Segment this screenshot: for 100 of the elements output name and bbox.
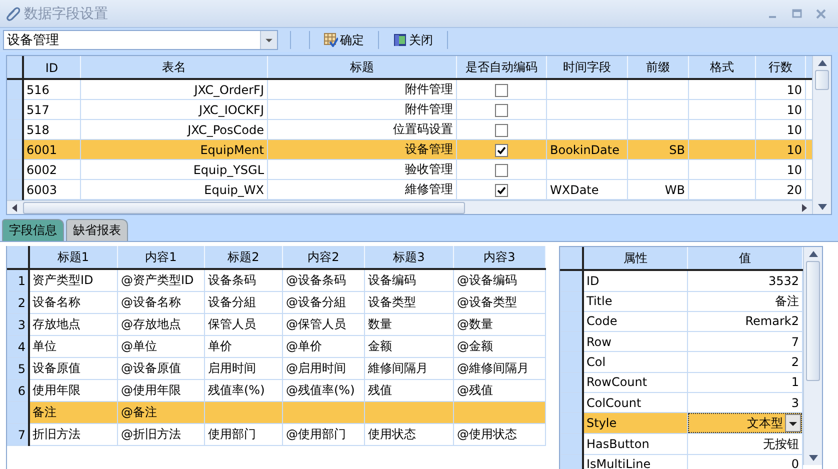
table-cell: @金额 — [454, 336, 546, 358]
table-cell: @设备编码 — [454, 269, 546, 292]
column-header[interactable]: 是否自动编码 — [456, 56, 546, 79]
row-header[interactable] — [560, 332, 582, 352]
scroll-thumb[interactable] — [23, 202, 465, 214]
row-number[interactable]: 5 — [8, 358, 28, 380]
close-button[interactable]: 关闭 — [391, 30, 435, 50]
column-header[interactable]: 格式 — [688, 56, 756, 79]
row-header[interactable] — [560, 270, 582, 292]
table-select[interactable]: 设备管理 — [3, 30, 278, 50]
checkbox[interactable] — [495, 144, 508, 157]
row-number[interactable]: 2 — [8, 292, 28, 314]
table-cell: @设备分組 — [282, 292, 364, 314]
row-header[interactable] — [8, 160, 22, 180]
table-cell — [628, 79, 688, 100]
table-cell: 单价 — [204, 336, 282, 358]
horizontal-scrollbar[interactable] — [7, 200, 812, 214]
row-number[interactable]: 7 — [8, 424, 28, 446]
scroll-thumb[interactable] — [815, 70, 829, 90]
table-cell: 数量 — [364, 314, 454, 336]
table-cell: 10 — [756, 160, 806, 180]
row-header[interactable] — [560, 434, 582, 454]
column-header[interactable]: 时间字段 — [546, 56, 628, 79]
column-header[interactable]: 标题3 — [364, 246, 454, 269]
tab[interactable]: 字段信息 — [2, 219, 64, 241]
row-header[interactable] — [8, 140, 22, 160]
row-header[interactable] — [8, 120, 22, 140]
scroll-thumb[interactable] — [806, 261, 820, 381]
table-cell: 使用状态 — [364, 424, 454, 446]
table-cell: 517 — [22, 100, 80, 120]
scroll-down-icon[interactable] — [818, 204, 826, 210]
table-cell: 设备分組 — [204, 292, 282, 314]
table-cell: @备注 — [118, 402, 204, 424]
row-header[interactable] — [560, 311, 582, 332]
table-cell: 維修间隔月 — [364, 358, 454, 380]
window-title: 数据字段设置 — [24, 4, 108, 22]
table-cell: 附件管理 — [268, 79, 456, 100]
confirm-button[interactable]: 确定 — [322, 30, 366, 50]
table-cell — [688, 160, 756, 180]
property-value: 备注 — [688, 291, 802, 312]
property-name: Style — [582, 412, 688, 434]
checkbox[interactable] — [495, 84, 508, 97]
row-header[interactable] — [560, 372, 582, 392]
column-header[interactable]: 标题 — [268, 56, 456, 79]
property-name: Code — [582, 311, 688, 332]
row-header[interactable] — [560, 454, 582, 469]
table-cell — [628, 100, 688, 120]
table-cell: 单位 — [28, 336, 118, 358]
table-cell — [688, 79, 756, 100]
column-header[interactable]: 值 — [688, 248, 802, 270]
column-header[interactable]: 标题2 — [204, 246, 282, 269]
table-cell: @设备名称 — [118, 292, 204, 314]
row-header[interactable] — [8, 79, 22, 100]
row-header — [8, 56, 22, 79]
property-name: Col — [582, 352, 688, 372]
column-header[interactable]: 内容2 — [282, 246, 364, 269]
checkbox[interactable] — [495, 124, 508, 137]
table-cell: 存放地点 — [28, 314, 118, 336]
scroll-up-icon[interactable] — [808, 251, 818, 257]
column-header[interactable]: 行数 — [756, 56, 806, 79]
row-header[interactable] — [560, 352, 582, 372]
dropdown-icon — [260, 31, 277, 49]
property-name: RowCount — [582, 372, 688, 392]
row-number[interactable]: 3 — [8, 314, 28, 336]
column-header[interactable]: 前缀 — [628, 56, 688, 79]
table-cell: @资产类型ID — [118, 269, 204, 292]
row-number[interactable] — [8, 402, 28, 424]
vertical-scrollbar[interactable] — [803, 247, 822, 465]
grid-check-icon — [324, 33, 338, 47]
column-header[interactable]: 表名 — [80, 56, 268, 79]
door-icon — [393, 33, 407, 47]
table-cell: 备注 — [28, 402, 118, 424]
row-number[interactable]: 6 — [8, 380, 28, 402]
column-header[interactable]: 内容3 — [454, 246, 546, 269]
row-header[interactable] — [560, 392, 582, 413]
scroll-down-icon[interactable] — [808, 455, 818, 461]
scroll-up-icon[interactable] — [818, 60, 826, 66]
style-select[interactable]: 文本型 — [688, 414, 802, 433]
column-header[interactable]: 属性 — [582, 248, 688, 270]
table-cell: Equip_YSGL — [80, 160, 268, 180]
row-number[interactable]: 1 — [8, 269, 28, 292]
checkbox[interactable] — [495, 184, 508, 197]
table-cell: JXC_IOCKFJ — [80, 100, 268, 120]
checkbox[interactable] — [495, 164, 508, 177]
row-number[interactable]: 4 — [8, 336, 28, 358]
row-header[interactable] — [560, 412, 582, 434]
row-header[interactable] — [8, 100, 22, 120]
checkbox[interactable] — [495, 104, 508, 117]
scroll-left-icon[interactable] — [11, 204, 19, 212]
column-header[interactable]: 标题1 — [28, 246, 118, 269]
row-header[interactable] — [560, 291, 582, 312]
vertical-scrollbar[interactable] — [812, 56, 831, 214]
tab[interactable]: 缺省报表 — [66, 219, 128, 241]
property-value: Remark2 — [688, 311, 802, 332]
column-header[interactable]: ID — [22, 56, 80, 79]
scroll-right-icon[interactable] — [800, 204, 808, 212]
row-header[interactable] — [8, 180, 22, 200]
row-header — [8, 246, 28, 269]
column-header[interactable]: 内容1 — [118, 246, 204, 269]
property-name: Row — [582, 332, 688, 352]
